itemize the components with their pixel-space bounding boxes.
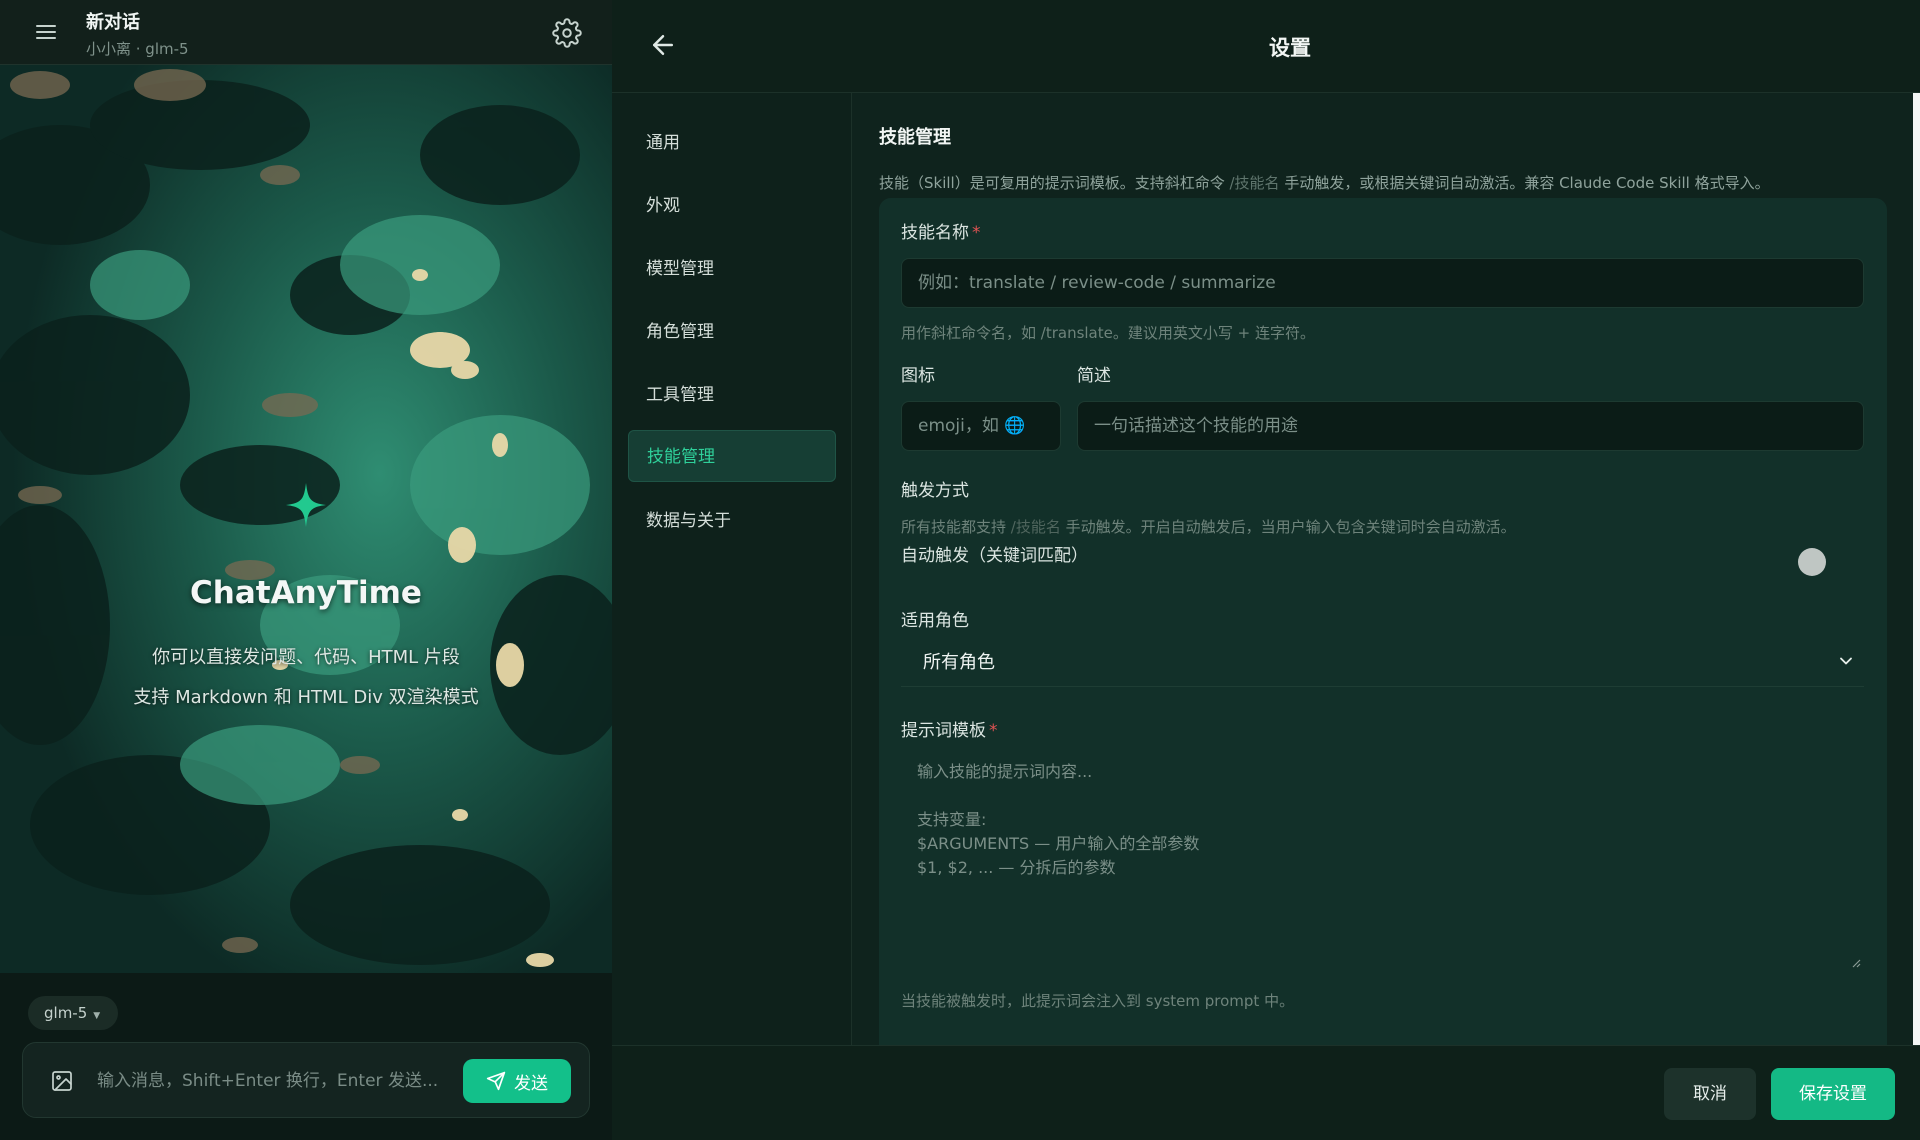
settings-nav: 通用 外观 模型管理 角色管理 工具管理 技能管理 数据与关于: [612, 93, 852, 1045]
section-title: 技能管理: [879, 127, 951, 148]
scrollbar[interactable]: [1913, 93, 1920, 1045]
resize-handle-icon[interactable]: [1849, 956, 1861, 968]
icon-input[interactable]: [901, 401, 1061, 451]
section-desc-text-b: 手动触发，或根据关键词自动激活。兼容 Claude Code Skill 格式导…: [1279, 174, 1770, 192]
required-marker: *: [972, 223, 981, 243]
section-desc-text-a: 技能（Skill）是可复用的提示词模板。支持斜杠命令: [879, 174, 1230, 192]
trigger-hint: 所有技能都支持 /技能名 手动触发。开启自动触发后，当用户输入包含关键词时会自动…: [901, 518, 1516, 536]
gear-icon[interactable]: [552, 18, 582, 48]
skill-form: 技能名称* 用作斜杠命令名，如 /translate。建议用英文小写 + 连字符…: [879, 198, 1887, 1045]
send-button[interactable]: 发送: [463, 1059, 571, 1103]
required-marker: *: [989, 721, 998, 741]
settings-panel: 设置 通用 外观 模型管理 角色管理 工具管理 技能管理 数据与关于 技能管理 …: [612, 0, 1920, 1140]
nav-item-tools[interactable]: 工具管理: [628, 369, 836, 421]
chat-subtitle: 小小离 · glm-5: [86, 40, 189, 58]
description-label: 简述: [1077, 366, 1111, 386]
hero-description-2: 支持 Markdown 和 HTML Div 双渲染模式: [133, 687, 479, 708]
description-input[interactable]: [1077, 401, 1864, 451]
role-select-value: 所有角色: [923, 652, 995, 673]
caret-down-icon: ▼: [93, 1011, 101, 1021]
model-selector-label: glm-5: [44, 1004, 88, 1022]
role-select[interactable]: 所有角色: [901, 635, 1864, 687]
prompt-template-label: 提示词模板 *: [901, 721, 998, 741]
model-selector[interactable]: glm-5 ▼: [28, 996, 119, 1030]
sparkle-icon: [286, 483, 326, 527]
settings-content: 技能管理 技能（Skill）是可复用的提示词模板。支持斜杠命令 /技能名 手动触…: [852, 93, 1920, 1045]
settings-header: 设置: [612, 0, 1920, 93]
send-icon: [486, 1071, 506, 1091]
skill-name-label: 技能名称 *: [901, 223, 981, 243]
settings-footer: 取消 保存设置: [612, 1045, 1920, 1140]
nav-item-general[interactable]: 通用: [628, 117, 836, 169]
hero-description-1: 你可以直接发问题、代码、HTML 片段: [152, 647, 460, 668]
settings-title: 设置: [1269, 36, 1311, 60]
auto-trigger-label: 自动触发（关键词匹配）: [901, 546, 1088, 566]
image-icon[interactable]: [49, 1069, 75, 1093]
skill-name-input[interactable]: [901, 258, 1864, 308]
message-composer: 发送: [22, 1042, 590, 1118]
send-button-label: 发送: [514, 1073, 548, 1094]
chat-title: 新对话: [86, 12, 140, 33]
chat-panel: 新对话 小小离 · glm-5 ChatAnyTime 你可以直接发问题、代码、…: [0, 0, 612, 1140]
cancel-button[interactable]: 取消: [1664, 1068, 1756, 1120]
nav-item-roles[interactable]: 角色管理: [628, 306, 836, 358]
nav-item-skills[interactable]: 技能管理: [628, 430, 836, 482]
section-description: 技能（Skill）是可复用的提示词模板。支持斜杠命令 /技能名 手动触发，或根据…: [879, 172, 1770, 193]
trigger-hint-command: /技能名: [1010, 518, 1061, 536]
section-desc-command: /技能名: [1229, 174, 1280, 192]
nav-item-appearance[interactable]: 外观: [628, 180, 836, 232]
prompt-template-hint: 当技能被触发时，此提示词会注入到 system prompt 中。: [901, 992, 1295, 1010]
menu-icon[interactable]: [30, 18, 62, 46]
hero-area: ChatAnyTime 你可以直接发问题、代码、HTML 片段 支持 Markd…: [0, 65, 612, 973]
chat-header: 新对话 小小离 · glm-5: [0, 0, 612, 65]
prompt-template-textarea[interactable]: [901, 748, 1864, 973]
message-input[interactable]: [97, 1065, 477, 1097]
nav-item-data-about[interactable]: 数据与关于: [628, 495, 836, 547]
role-label: 适用角色: [901, 611, 969, 631]
auto-trigger-toggle[interactable]: [1798, 548, 1826, 576]
save-settings-button[interactable]: 保存设置: [1771, 1068, 1895, 1120]
hero-title: ChatAnyTime: [190, 575, 422, 611]
chevron-down-icon: [1840, 657, 1852, 665]
skill-name-hint: 用作斜杠命令名，如 /translate。建议用英文小写 + 连字符。: [901, 324, 1315, 342]
icon-label: 图标: [901, 366, 935, 386]
nav-item-models[interactable]: 模型管理: [628, 243, 836, 295]
trigger-label: 触发方式: [901, 481, 969, 501]
